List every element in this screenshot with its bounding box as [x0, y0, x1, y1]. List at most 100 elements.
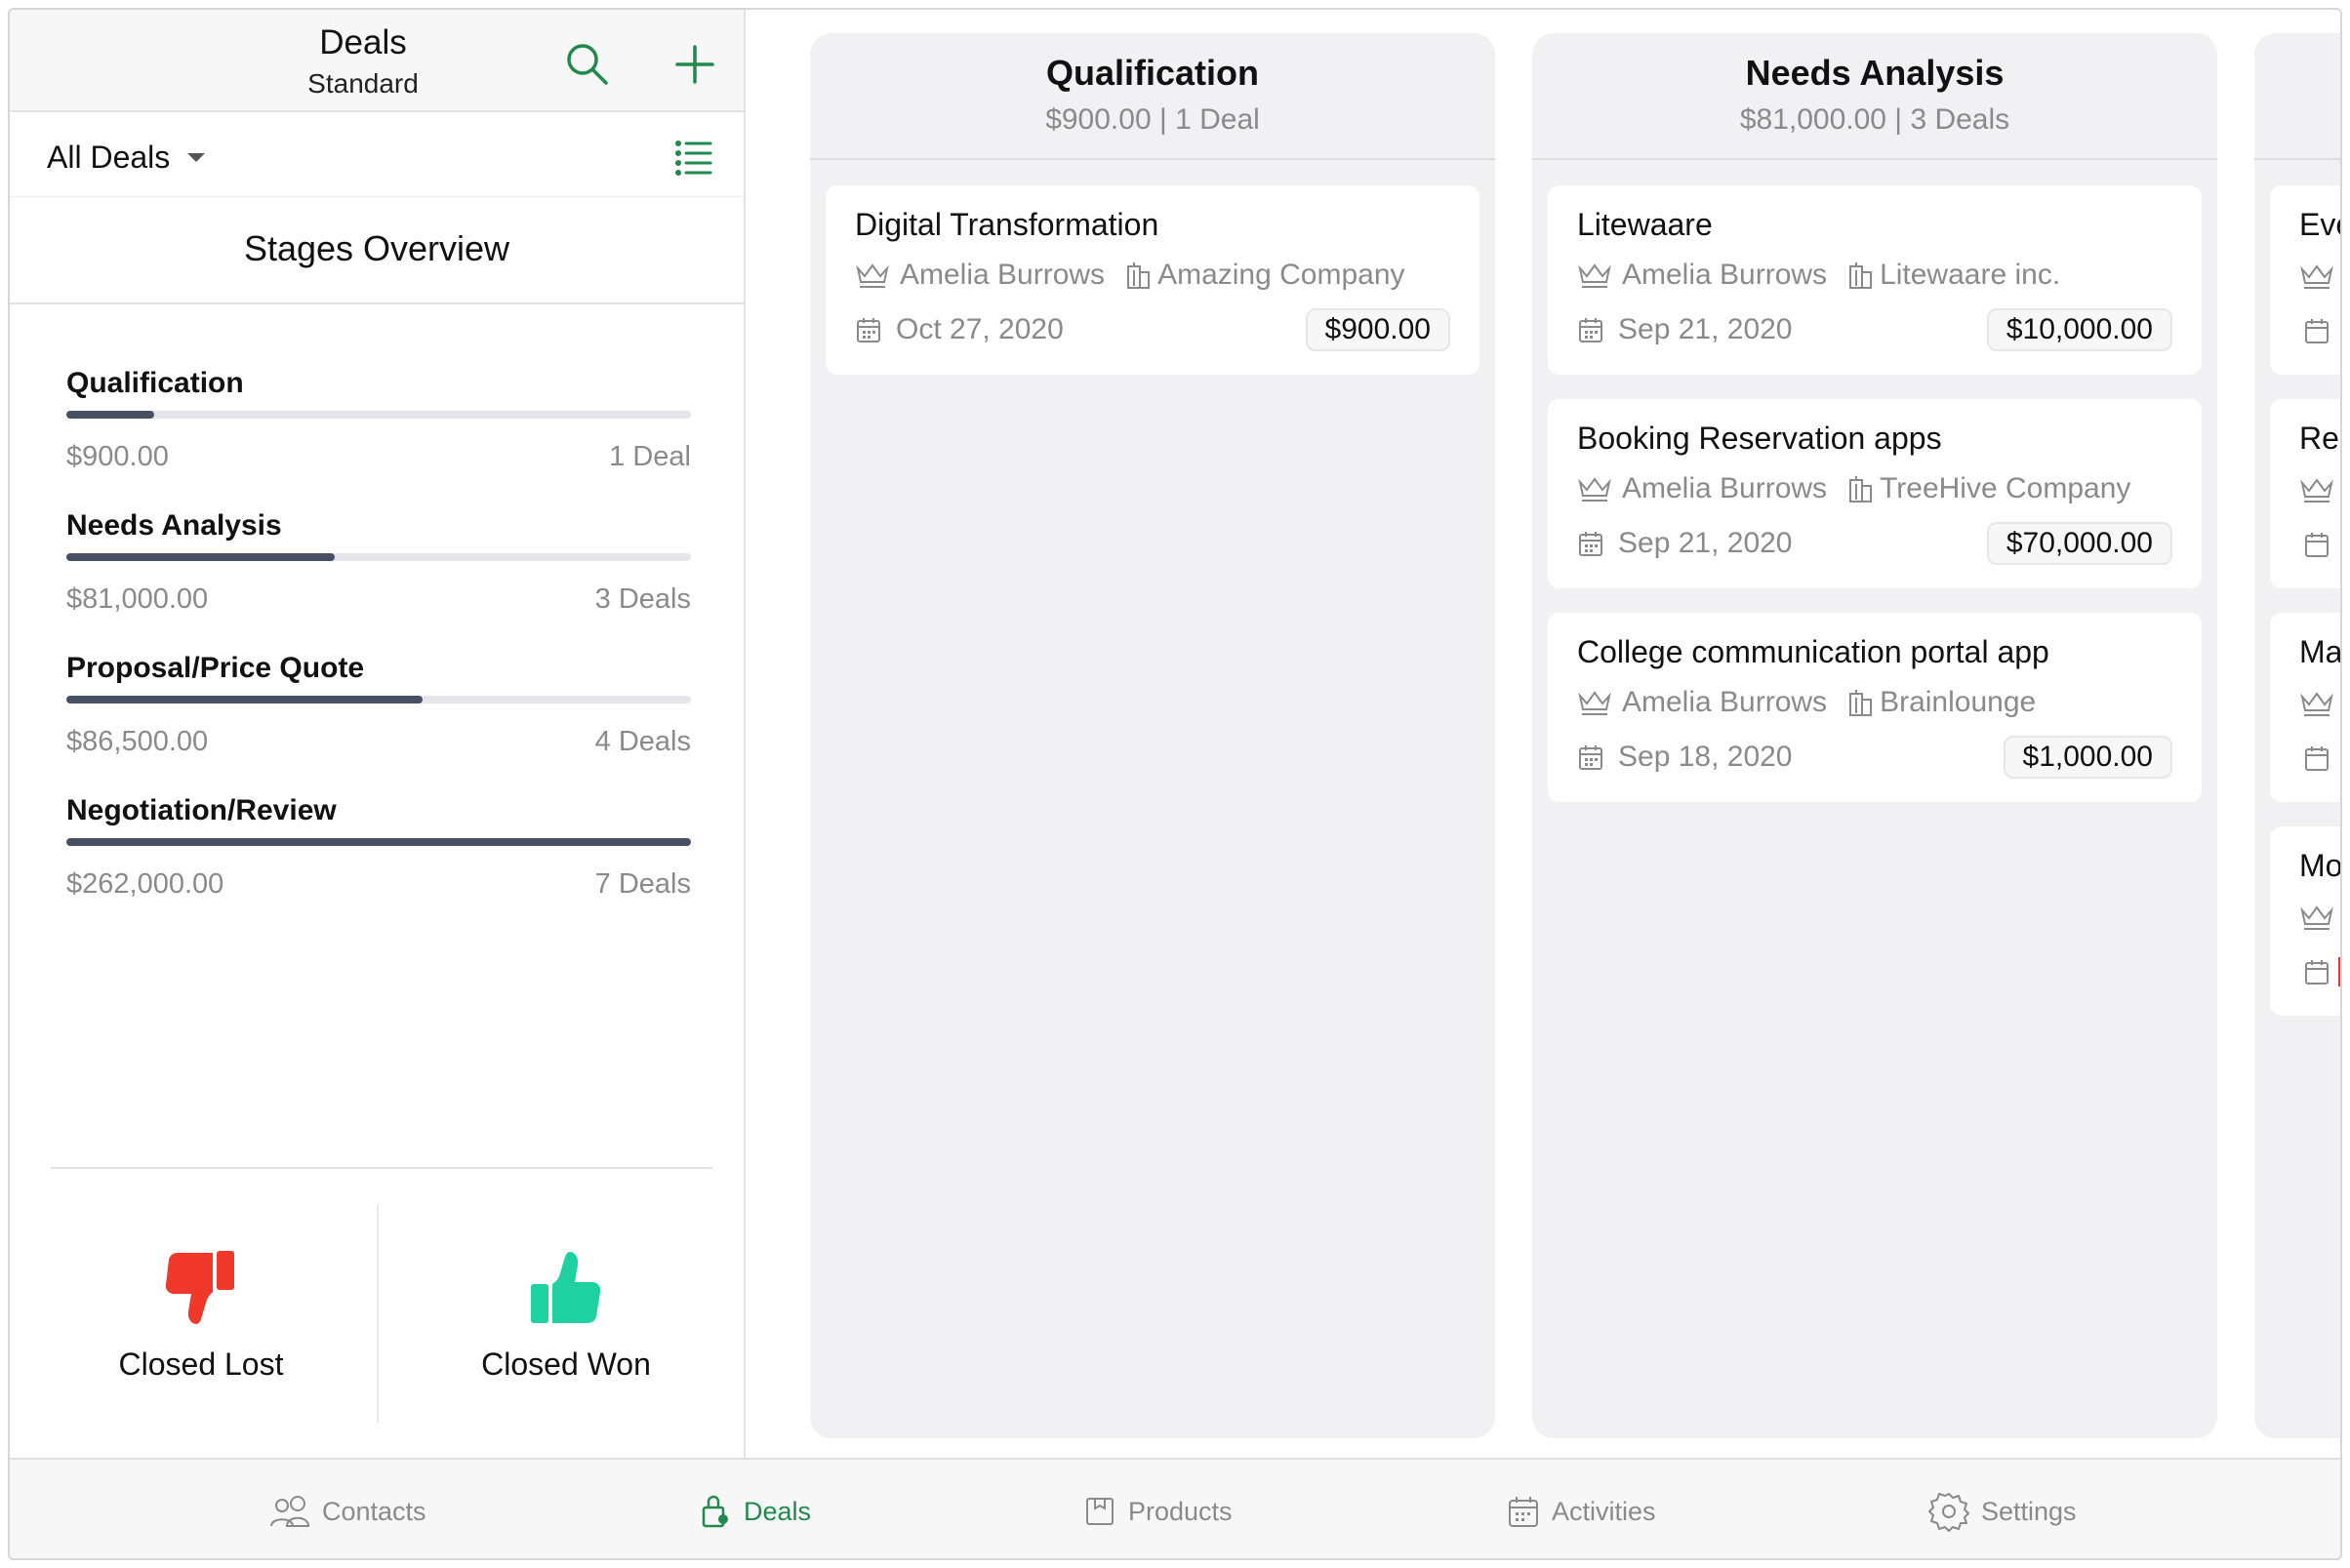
- calendar-icon: [857, 318, 880, 342]
- stage-progress-fill: [66, 411, 154, 419]
- tab-settings[interactable]: Settings: [1928, 1489, 2077, 1534]
- column-header: [2254, 33, 2340, 160]
- tab-label: Settings: [1981, 1496, 2077, 1526]
- stage-summary-needs-analysis[interactable]: Needs Analysis $81,000.00 3 Deals: [66, 509, 697, 636]
- deal-card[interactable]: Mac: [2270, 613, 2340, 802]
- deal-card[interactable]: Litewaare Amelia Burrows Litewaare inc. …: [1548, 185, 2202, 375]
- app-window: Deals Standard All Deals Stages Overview…: [8, 8, 2342, 1560]
- stage-amount: $81,000.00: [66, 583, 209, 615]
- closed-won-label: Closed Won: [481, 1347, 651, 1382]
- crown-icon: [1578, 263, 1611, 288]
- stage-progress-fill: [66, 553, 336, 561]
- list-icon: [675, 141, 712, 176]
- deals-sidebar: Deals Standard All Deals Stages Overview…: [10, 10, 746, 1458]
- add-deal-button[interactable]: [669, 39, 720, 90]
- deal-date-text: Sep 21, 2020: [1618, 313, 1793, 345]
- deal-company: TreeHive Company: [1880, 472, 2131, 504]
- column-summary: $900.00 | 1 Deal: [1045, 103, 1260, 136]
- stages-overview-title: Stages Overview: [243, 228, 510, 268]
- tab-label: Products: [1128, 1496, 1233, 1526]
- deal-amount-badge: $70,000.00: [1986, 522, 2172, 565]
- deal-amount-badge: $10,000.00: [1986, 308, 2172, 351]
- closed-lost-label: Closed Lost: [118, 1347, 284, 1382]
- building-icon: [1849, 476, 1873, 503]
- stage-name: Qualification: [66, 367, 244, 399]
- calendar-icon: [2305, 319, 2329, 343]
- deal-date-text: Oct 27, 2020: [896, 313, 1064, 345]
- caret-down-icon: [187, 152, 206, 162]
- deal-date-text: Sep 18, 2020: [1618, 741, 1793, 773]
- column-title: Qualification: [1045, 53, 1260, 93]
- stage-column-needs-analysis: Needs Analysis $81,000.00 | 3 Deals Lite…: [1532, 33, 2217, 1438]
- deal-title: Litewaare: [1577, 207, 1713, 242]
- stage-deal-count: 4 Deals: [594, 726, 691, 757]
- crown-icon: [2300, 264, 2333, 289]
- thumbs-up-icon: [531, 1252, 601, 1323]
- deal-title: Digital Transformation: [855, 207, 1159, 242]
- divider: [51, 1167, 712, 1169]
- settings-icon: [1928, 1493, 1969, 1532]
- deal-amount-badge: $1,000.00: [2003, 736, 2172, 779]
- deal-meta: Amelia Burrows Litewaare inc.: [1577, 256, 2060, 295]
- closed-lost-button[interactable]: Closed Lost: [55, 1249, 347, 1395]
- stage-amount: $86,500.00: [66, 726, 209, 757]
- deal-meta: Amelia Burrows TreeHive Company: [1577, 469, 2130, 508]
- crown-icon: [1578, 477, 1611, 502]
- tab-label: Contacts: [322, 1496, 426, 1526]
- list-view-button[interactable]: [673, 138, 714, 177]
- crown-icon: [2300, 478, 2333, 503]
- deal-card[interactable]: Digital Transformation Amelia Burrows Am…: [826, 185, 1479, 375]
- stage-progress-track: [66, 696, 691, 704]
- stage-column-partial: Eve Res Mac Mol: [2254, 33, 2340, 1438]
- deal-company: Litewaare inc.: [1880, 259, 2061, 291]
- deal-company: Amazing Company: [1157, 259, 1405, 291]
- calendar-icon: [2305, 533, 2329, 557]
- stage-summary-qualification[interactable]: Qualification $900.00 1 Deal: [66, 367, 697, 494]
- filter-bar: All Deals: [10, 114, 744, 197]
- stage-progress-track: [66, 553, 691, 561]
- deals-icon: [702, 1495, 728, 1528]
- deal-card[interactable]: Booking Reservation apps Amelia Burrows …: [1548, 399, 2202, 588]
- stage-progress-track: [66, 411, 691, 419]
- thumbs-down-icon: [165, 1251, 234, 1324]
- deal-title: Res: [2299, 421, 2340, 456]
- stage-name: Proposal/Price Quote: [66, 652, 365, 684]
- stage-column-qualification: Qualification $900.00 | 1 Deal Digital T…: [810, 33, 1495, 1438]
- stage-summary-negotiation[interactable]: Negotiation/Review $262,000.00 7 Deals: [66, 794, 697, 921]
- building-icon: [1849, 262, 1873, 289]
- bottom-tab-bar: Contacts Deals Products Activities Setti…: [10, 1458, 2340, 1558]
- calendar-icon: [1579, 532, 1602, 556]
- deals-filter-dropdown[interactable]: All Deals: [47, 136, 206, 179]
- deal-owner: Amelia Burrows: [1622, 472, 1828, 504]
- tab-activities[interactable]: Activities: [1507, 1489, 1656, 1534]
- building-icon: [1849, 690, 1873, 716]
- contacts-icon: [270, 1496, 310, 1527]
- deal-close-date: Sep 18, 2020: [1577, 738, 1793, 777]
- deal-card[interactable]: Eve: [2270, 185, 2340, 375]
- tab-deals[interactable]: Deals: [699, 1489, 811, 1534]
- deal-date-text: Sep 21, 2020: [1618, 527, 1793, 559]
- divider: [377, 1204, 379, 1423]
- stage-progress-track: [66, 838, 691, 846]
- stage-deal-count: 1 Deal: [609, 441, 691, 472]
- search-button[interactable]: [562, 39, 613, 90]
- deal-meta: Amelia Burrows Amazing Company: [855, 256, 1405, 295]
- closed-won-button[interactable]: Closed Won: [420, 1249, 712, 1395]
- stage-name: Needs Analysis: [66, 509, 282, 542]
- tab-products[interactable]: Products: [1083, 1489, 1233, 1534]
- deal-card[interactable]: College communication portal app Amelia …: [1548, 613, 2202, 802]
- column-header: Needs Analysis $81,000.00 | 3 Deals: [1532, 33, 2217, 160]
- deal-title: Eve: [2299, 207, 2340, 242]
- deal-meta: Amelia Burrows Brainlounge: [1577, 683, 2036, 722]
- deal-card[interactable]: Res: [2270, 399, 2340, 588]
- deal-card[interactable]: Mol: [2270, 826, 2340, 1016]
- tab-contacts[interactable]: Contacts: [269, 1489, 426, 1534]
- crown-icon: [856, 263, 889, 288]
- stage-summary-proposal[interactable]: Proposal/Price Quote $86,500.00 4 Deals: [66, 652, 697, 779]
- column-summary: $81,000.00 | 3 Deals: [1739, 103, 2010, 136]
- stage-amount: $262,000.00: [66, 868, 224, 900]
- filter-label: All Deals: [47, 139, 171, 175]
- stage-name: Negotiation/Review: [66, 794, 337, 826]
- deal-company: Brainlounge: [1880, 686, 2037, 718]
- stages-overview-header: Stages Overview: [10, 197, 744, 304]
